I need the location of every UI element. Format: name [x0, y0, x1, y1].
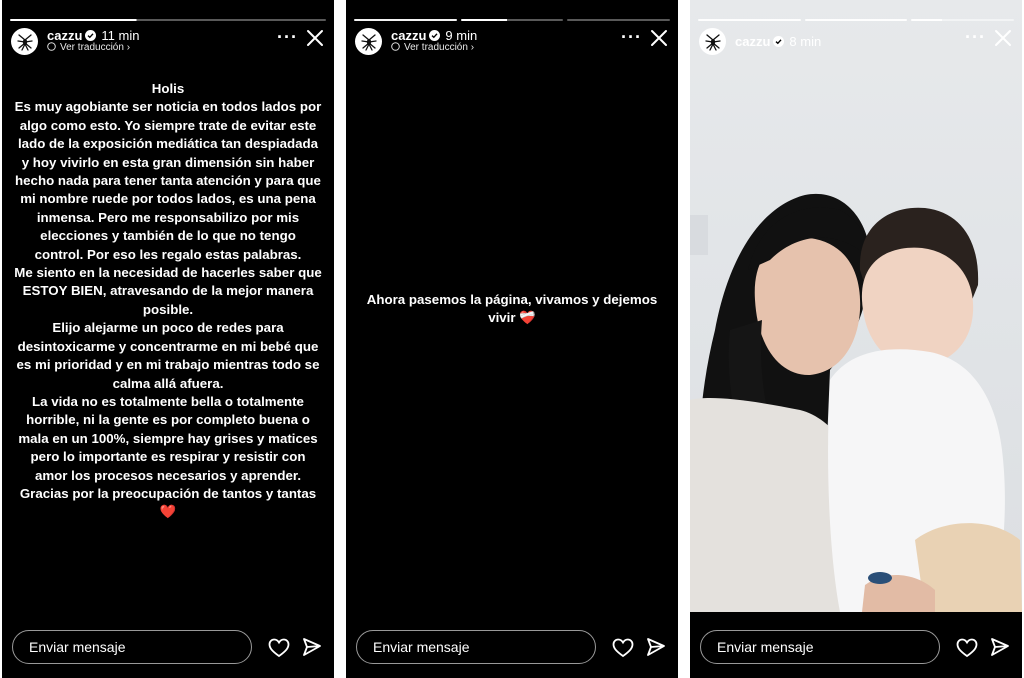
paragraph: Elijo alejarme un poco de redes para des… — [16, 320, 320, 391]
paragraph: Me siento en la necesidad de hacerles sa… — [14, 265, 322, 317]
story-header: cazzu 8 min ··· — [699, 27, 1012, 57]
progress-segment — [804, 19, 908, 21]
story-1[interactable]: cazzu 11 min Ver traducción › ··· Holis E… — [2, 0, 334, 678]
username-text[interactable]: cazzu — [391, 28, 426, 43]
progress-segment — [911, 19, 1015, 21]
translate-link[interactable]: Ver traducción › — [391, 42, 474, 53]
username-text[interactable]: cazzu — [735, 34, 770, 49]
username[interactable]: cazzu 8 min — [735, 34, 821, 49]
more-options-icon[interactable]: ··· — [621, 27, 642, 48]
username[interactable]: cazzu 9 min — [391, 28, 477, 43]
close-icon[interactable] — [994, 29, 1012, 52]
story-footer: Enviar mensaje — [2, 622, 334, 678]
close-icon[interactable] — [306, 29, 324, 52]
username-text[interactable]: cazzu — [47, 28, 82, 43]
progress-segment — [354, 19, 457, 21]
mother-and-baby-photo — [690, 193, 1022, 612]
translate-link[interactable]: Ver traducción › — [47, 42, 130, 53]
heart-icon[interactable] — [268, 638, 290, 663]
story-progress-bar — [698, 19, 1015, 21]
story-2[interactable]: cazzu 9 min Ver traducción › ··· Ahora pa… — [346, 0, 678, 678]
heart-emoji: ❤️ — [159, 504, 177, 520]
heart-icon[interactable] — [612, 638, 634, 663]
progress-segment — [10, 19, 326, 21]
story-footer: Enviar mensaje — [690, 622, 1022, 678]
story-footer: Enviar mensaje — [346, 622, 678, 678]
more-options-icon[interactable]: ··· — [965, 27, 986, 48]
paragraph: Gracias por la preocupación de tantos y … — [19, 485, 317, 501]
message-input[interactable]: Enviar mensaje — [356, 630, 596, 664]
post-time: 9 min — [445, 28, 478, 43]
spider-avatar-icon — [704, 33, 721, 51]
story-header: cazzu 11 min Ver traducción › ··· — [11, 27, 324, 57]
story-3[interactable]: cazzu 8 min ··· Enviar mensaje — [690, 0, 1022, 678]
paragraph-last: Gracias por la preocupación de tantos y … — [14, 485, 322, 522]
username[interactable]: cazzu 11 min — [47, 28, 139, 43]
spider-avatar-icon — [360, 33, 377, 51]
message-input[interactable]: Enviar mensaje — [12, 630, 252, 664]
story-header: cazzu 9 min Ver traducción › ··· — [355, 27, 668, 57]
spider-avatar-icon — [16, 33, 33, 51]
verified-badge-icon — [85, 30, 97, 41]
progress-segment — [698, 19, 801, 21]
chevron-right-icon: › — [126, 42, 131, 53]
message-input[interactable]: Enviar mensaje — [700, 630, 940, 664]
send-icon[interactable] — [302, 637, 322, 662]
avatar[interactable] — [699, 28, 726, 55]
story-caption: Ahora pasemos la página, vivamos y dejem… — [366, 292, 658, 326]
post-time: 8 min — [789, 34, 822, 49]
avatar[interactable] — [11, 28, 38, 55]
verified-badge-icon — [773, 36, 785, 47]
verified-badge-icon — [429, 30, 441, 41]
wall-detail — [690, 215, 708, 255]
progress-segment — [460, 19, 564, 21]
send-icon[interactable] — [990, 637, 1010, 662]
paragraph: La vida no es totalmente bella o totalme… — [18, 393, 318, 483]
story-text: Ahora pasemos la página, vivamos y dejem… — [358, 291, 666, 328]
story-progress-bar — [354, 19, 671, 21]
heart-icon[interactable] — [956, 638, 978, 663]
avatar[interactable] — [355, 28, 382, 55]
story-photo — [690, 0, 1022, 612]
progress-segment — [567, 19, 671, 21]
translate-icon — [391, 42, 400, 51]
translate-label[interactable]: Ver traducción — [60, 42, 124, 53]
translate-label[interactable]: Ver traducción — [404, 42, 468, 53]
more-options-icon[interactable]: ··· — [277, 27, 298, 48]
translate-icon — [47, 42, 56, 51]
story-text: Holis Es muy agobiante ser noticia en to… — [14, 80, 322, 522]
mending-heart-emoji: ❤️‍🩹 — [519, 310, 536, 326]
paragraph: Es muy agobiante ser noticia en todos la… — [14, 99, 322, 262]
paragraph: Holis — [151, 81, 185, 96]
chevron-right-icon: › — [470, 42, 475, 53]
close-icon[interactable] — [650, 29, 668, 52]
story-progress-bar — [10, 19, 326, 21]
post-time: 11 min — [101, 28, 140, 43]
send-icon[interactable] — [646, 637, 666, 662]
